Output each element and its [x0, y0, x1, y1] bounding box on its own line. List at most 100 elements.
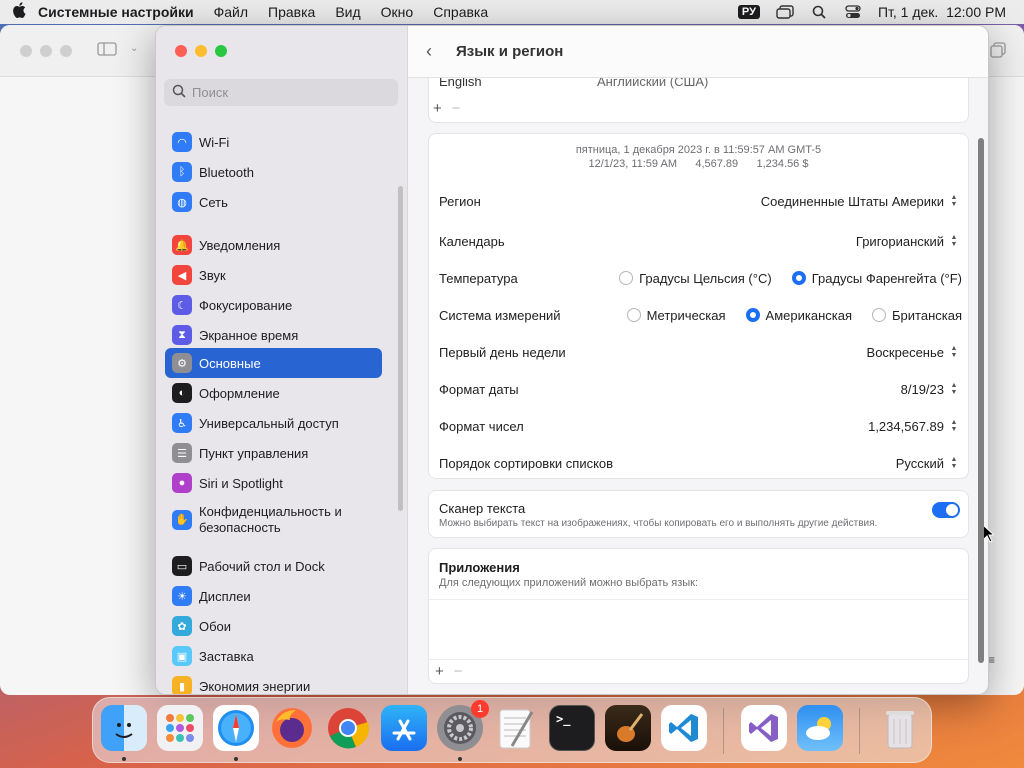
- sort-order-value: Русский: [895, 455, 944, 471]
- dock-garageband-icon[interactable]: [605, 705, 651, 751]
- bg-minimize-button[interactable]: [40, 45, 52, 57]
- bg-scroll-indicator-icon: ≡: [988, 653, 996, 667]
- region-popup[interactable]: Соединенные Штаты Америки ▲ ▼: [761, 193, 960, 209]
- sidebar-item-label: Универсальный доступ: [199, 415, 339, 431]
- calendar-row: Календарь Григорианский ▲ ▼: [439, 230, 960, 252]
- flower-icon: ✿: [172, 616, 192, 636]
- dock-trash-icon[interactable]: [877, 705, 923, 751]
- search-input[interactable]: Поиск: [164, 79, 398, 106]
- sort-order-row: Порядок сортировки списков Русский ▲ ▼: [439, 452, 960, 474]
- input-source-badge[interactable]: РУ: [737, 5, 760, 19]
- dock-firefox-icon[interactable]: [269, 705, 315, 751]
- remove-app-button[interactable]: −: [454, 663, 463, 680]
- date-format-popup[interactable]: 8/19/23 ▲ ▼: [901, 381, 960, 397]
- sidebar-item-screensaver[interactable]: ▣ Заставка: [165, 641, 382, 671]
- dock-vscode-icon[interactable]: [661, 705, 707, 751]
- format-preview-date: пятница, 1 декабря 2023 г. в 11:59:57 AM…: [575, 144, 822, 156]
- sidebar-item-globe[interactable]: ◍ Сеть: [165, 187, 382, 217]
- radio-button-icon: [619, 271, 634, 285]
- dock-chrome-icon[interactable]: [325, 705, 371, 751]
- menu-help[interactable]: Справка: [433, 4, 488, 20]
- sidebar-item-label: Siri и Spotlight: [199, 475, 283, 491]
- sidebar-item-sun[interactable]: ☀ Дисплеи: [165, 581, 382, 611]
- content-scrollbar[interactable]: [978, 138, 984, 663]
- sidebar-item-hourglass[interactable]: ⧗ Экранное время: [165, 320, 382, 350]
- sidebar-item-wifi[interactable]: ◠ Wi-Fi: [165, 127, 382, 157]
- remove-language-button[interactable]: −: [452, 100, 461, 117]
- radio-metric[interactable]: Метрическая: [626, 308, 726, 323]
- dock-launchpad-icon[interactable]: [157, 705, 203, 751]
- menu-bar: Системные настройки Файл Правка Вид Окно…: [0, 0, 1024, 24]
- spotlight-search-icon[interactable]: [810, 5, 828, 19]
- sidebar-item-siri[interactable]: ● Siri и Spotlight: [165, 468, 382, 498]
- radio-button-selected-icon: [791, 271, 806, 285]
- radio-us[interactable]: Американская: [745, 308, 852, 323]
- back-button[interactable]: ‹: [426, 41, 452, 62]
- format-card: пятница, 1 декабря 2023 г. в 11:59:57 AM…: [428, 133, 969, 479]
- add-language-button[interactable]: +: [433, 100, 442, 117]
- dock-notification-badge: 1: [471, 700, 489, 718]
- menu-file[interactable]: Файл: [214, 4, 248, 20]
- sidebar-item-gear[interactable]: ⚙ Основные: [165, 348, 382, 378]
- radio-uk-label: Британская: [892, 307, 962, 323]
- applications-description: Для следующих приложений можно выбрать я…: [439, 577, 699, 589]
- number-format-popup[interactable]: 1,234,567.89 ▲ ▼: [868, 418, 960, 434]
- close-button[interactable]: [175, 45, 187, 57]
- calendar-popup[interactable]: Григорианский ▲ ▼: [856, 233, 960, 249]
- preferred-languages-card: English Английский (США) + −: [428, 73, 969, 123]
- minimize-button[interactable]: [195, 45, 207, 57]
- sidebar-item-accessibility[interactable]: ♿ Универсальный доступ: [165, 408, 382, 438]
- radio-button-selected-icon: [745, 308, 760, 322]
- sidebar-item-flower[interactable]: ✿ Обои: [165, 611, 382, 641]
- page-title: Язык и регион: [456, 43, 564, 60]
- radio-celsius[interactable]: Градусы Цельсия (°C): [619, 271, 772, 286]
- bg-chevron-down-icon[interactable]: ⌄: [130, 43, 138, 54]
- sidebar-item-label: Фокусирование: [199, 297, 293, 313]
- moon-icon: ☾: [172, 295, 192, 315]
- bg-sidebar-icon[interactable]: [97, 42, 117, 59]
- popup-chevron-icon: ▲ ▼: [950, 382, 958, 396]
- sidebar: Поиск ◠ Wi-Fi ᛒ Bluetooth ◍ Сеть 🔔 Уведомления ◀…: [156, 26, 408, 694]
- dock-finder-icon[interactable]: [101, 705, 147, 751]
- date-format-label: Формат даты: [439, 381, 519, 397]
- applications-title: Приложения: [439, 560, 520, 575]
- apple-menu-icon[interactable]: [12, 1, 38, 23]
- zoom-button[interactable]: [215, 45, 227, 57]
- menu-app-name[interactable]: Системные настройки: [38, 4, 194, 20]
- live-text-toggle[interactable]: [932, 502, 960, 518]
- sidebar-item-control-center[interactable]: ☰ Пункт управления: [165, 438, 382, 468]
- radio-uk[interactable]: Британская: [872, 308, 962, 323]
- control-center-icon[interactable]: [844, 5, 862, 19]
- sidebar-item-hand[interactable]: ✋ Конфиденциальность и безопасность: [165, 501, 382, 539]
- menu-window[interactable]: Окно: [381, 4, 414, 20]
- dock-safari-icon[interactable]: [213, 705, 259, 751]
- radio-fahrenheit[interactable]: Градусы Фаренгейта (°F): [791, 271, 962, 286]
- sidebar-item-bell[interactable]: 🔔 Уведомления: [165, 230, 382, 260]
- bg-zoom-button[interactable]: [60, 45, 72, 57]
- first-day-popup[interactable]: Воскресенье ▲ ▼: [867, 344, 960, 360]
- dock-terminal-icon[interactable]: >_: [549, 705, 595, 751]
- dock-weather-icon[interactable]: [797, 705, 843, 751]
- menubar-clock[interactable]: Пт, 1 дек. 12:00 PM: [878, 4, 1006, 20]
- menu-view[interactable]: Вид: [335, 4, 360, 20]
- bg-tabs-icon[interactable]: [990, 42, 1006, 61]
- sidebar-item-dock[interactable]: ▭ Рабочий стол и Dock: [165, 551, 382, 581]
- dock-visual-studio-icon[interactable]: [741, 705, 787, 751]
- sidebar-item-moon[interactable]: ☾ Фокусирование: [165, 290, 382, 320]
- sidebar-item-appearance[interactable]: ◐ Оформление: [165, 378, 382, 408]
- menu-edit[interactable]: Правка: [268, 4, 315, 20]
- globe-icon: ◍: [172, 192, 192, 212]
- add-app-button[interactable]: +: [435, 663, 444, 680]
- bell-icon: 🔔: [172, 235, 192, 255]
- sort-order-popup[interactable]: Русский ▲ ▼: [896, 455, 960, 471]
- sidebar-item-battery[interactable]: ▮ Экономия энергии: [165, 671, 382, 694]
- dock-system-settings-icon[interactable]: 1: [437, 700, 489, 751]
- bg-close-button[interactable]: [20, 45, 32, 57]
- window-switcher-icon[interactable]: [776, 5, 794, 19]
- dock-textedit-icon[interactable]: [493, 705, 539, 751]
- region-label: Регион: [439, 193, 481, 209]
- sidebar-item-bluetooth[interactable]: ᛒ Bluetooth: [165, 157, 382, 187]
- sidebar-scrollbar[interactable]: [398, 186, 403, 511]
- dock-app-store-icon[interactable]: [381, 705, 427, 751]
- sidebar-item-speaker[interactable]: ◀ Звук: [165, 260, 382, 290]
